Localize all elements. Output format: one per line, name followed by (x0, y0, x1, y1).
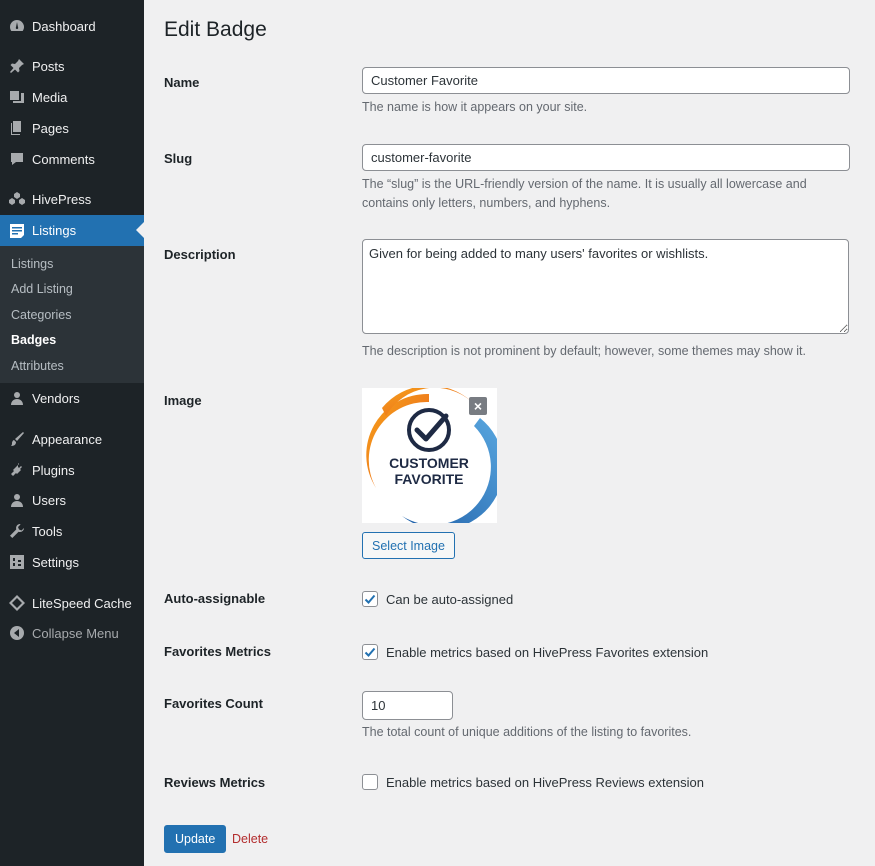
remove-image-icon[interactable]: × (469, 397, 487, 415)
favorites-count-label: Favorites Count (164, 696, 263, 711)
admin-sidebar: Dashboard Posts Media Pages Comments Hiv… (0, 0, 144, 866)
collapse-icon (9, 625, 25, 641)
page-title: Edit Badge (164, 18, 267, 41)
menu-label: Tools (32, 523, 63, 539)
menu-item-media[interactable]: Media (0, 82, 144, 112)
menu-item-posts[interactable]: Posts (0, 51, 144, 81)
slug-input[interactable] (362, 144, 850, 171)
menu-item-users[interactable]: Users (0, 485, 144, 515)
menu-label: Listings (32, 223, 77, 238)
submenu-item-badges[interactable]: Badges (11, 333, 56, 347)
pin-icon (9, 58, 25, 74)
menu-label: HivePress (32, 191, 92, 207)
auto-assignable-checkbox-row[interactable]: Can be auto-assigned (362, 591, 513, 607)
menu-label: LiteSpeed Cache (32, 595, 132, 611)
description-help: The description is not prominent by defa… (362, 344, 806, 358)
favorites-metrics-checkbox[interactable] (362, 644, 378, 660)
menu-label: Plugins (32, 462, 75, 478)
dashboard-icon (9, 18, 25, 34)
comment-icon (9, 151, 25, 167)
delete-link[interactable]: Delete (232, 832, 268, 846)
main-content: Edit Badge Name The name is how it appea… (144, 0, 875, 866)
users-icon (9, 492, 25, 508)
favorites-metrics-checkbox-row[interactable]: Enable metrics based on HivePress Favori… (362, 644, 708, 660)
checkmark-icon (364, 647, 376, 657)
slug-label: Slug (164, 151, 193, 166)
favorites-count-help: The total count of unique additions of t… (362, 725, 692, 739)
auto-assignable-label: Auto-assignable (164, 591, 266, 606)
menu-label: Settings (32, 554, 79, 570)
submenu-item-add-listing[interactable]: Add Listing (11, 282, 73, 296)
menu-item-appearance[interactable]: Appearance (0, 424, 144, 454)
reviews-metrics-checkbox-row[interactable]: Enable metrics based on HivePress Review… (362, 774, 704, 790)
menu-label: Comments (32, 151, 95, 167)
listings-icon (9, 223, 25, 239)
submenu-item-listings[interactable]: Listings (11, 257, 53, 271)
select-image-button[interactable]: Select Image (362, 532, 455, 559)
menu-item-plugins[interactable]: Plugins (0, 455, 144, 485)
favorites-metrics-checkbox-label: Enable metrics based on HivePress Favori… (386, 644, 709, 660)
collapse-menu-button[interactable]: Collapse Menu (0, 618, 144, 648)
reviews-metrics-checkbox[interactable] (362, 774, 378, 790)
menu-label: Pages (32, 120, 69, 136)
submenu-item-categories[interactable]: Categories (11, 308, 71, 322)
submenu-item-attributes[interactable]: Attributes (11, 359, 64, 373)
favorites-metrics-label: Favorites Metrics (164, 644, 271, 659)
favorites-count-input[interactable] (362, 691, 453, 720)
diamond-icon (9, 595, 25, 611)
settings-icon (9, 554, 25, 570)
menu-label: Media (32, 89, 68, 105)
description-textarea[interactable]: Given for being added to many users' fav… (362, 239, 849, 334)
badge-text-line2: FAVORITE (395, 471, 464, 487)
menu-item-vendors[interactable]: Vendors (0, 383, 144, 413)
hivepress-icon (9, 191, 25, 207)
auto-assignable-checkbox[interactable] (362, 591, 378, 607)
media-icon (9, 89, 25, 105)
description-label: Description (164, 247, 236, 262)
menu-item-settings[interactable]: Settings (0, 547, 144, 577)
menu-item-dashboard[interactable]: Dashboard (0, 11, 144, 41)
plugin-icon (9, 462, 25, 478)
menu-item-hivepress[interactable]: HivePress (0, 184, 144, 214)
name-help: The name is how it appears on your site. (362, 100, 588, 114)
menu-item-tools[interactable]: Tools (0, 516, 144, 546)
auto-assignable-checkbox-label: Can be auto-assigned (386, 591, 514, 607)
reviews-metrics-checkbox-label: Enable metrics based on HivePress Review… (386, 774, 704, 790)
pages-icon (9, 120, 25, 136)
listings-submenu: Listings Add Listing Categories Badges A… (0, 246, 144, 383)
name-label: Name (164, 75, 200, 90)
name-input[interactable] (362, 67, 850, 94)
menu-label: Dashboard (32, 18, 96, 34)
image-label: Image (164, 393, 202, 408)
badge-text-line1: CUSTOMER (389, 455, 469, 471)
menu-item-pages[interactable]: Pages (0, 113, 144, 143)
reviews-metrics-label: Reviews Metrics (164, 775, 266, 790)
menu-item-listings[interactable]: Listings (0, 215, 144, 246)
brush-icon (9, 431, 25, 447)
menu-label: Collapse Menu (32, 625, 119, 641)
menu-item-litespeed-cache[interactable]: LiteSpeed Cache (0, 588, 144, 618)
menu-label: Appearance (32, 431, 103, 447)
menu-item-comments[interactable]: Comments (0, 144, 144, 174)
menu-label: Users (32, 492, 66, 508)
menu-label: Posts (32, 58, 65, 74)
menu-label: Vendors (32, 390, 80, 406)
checkmark-icon (364, 594, 376, 604)
update-button[interactable]: Update (164, 825, 227, 853)
wrench-icon (9, 523, 25, 539)
user-icon (9, 390, 25, 406)
slug-help: The “slug” is the URL-friendly version o… (362, 177, 807, 210)
